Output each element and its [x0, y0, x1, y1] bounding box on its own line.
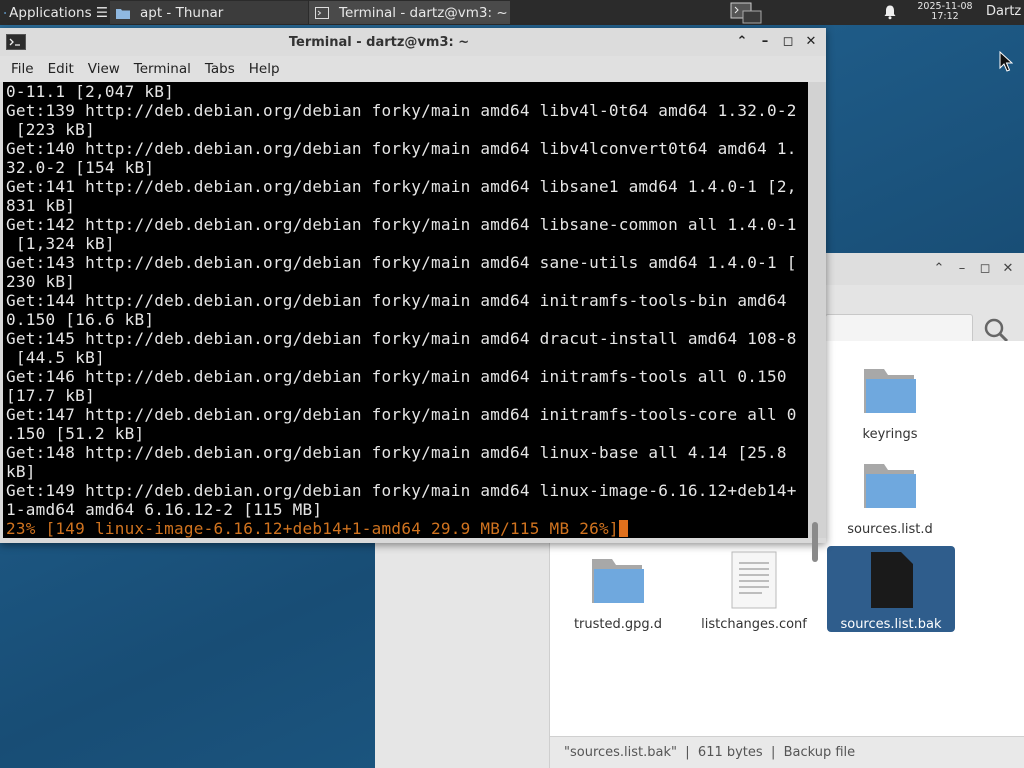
file-name: sources.list.d [847, 522, 933, 537]
taskbar-thunar[interactable]: apt - Thunar [110, 1, 308, 24]
folder-icon [592, 559, 644, 603]
thunar-sidebar [375, 543, 550, 768]
file-item-trusted-gpg-d[interactable]: trusted.gpg.d [554, 551, 682, 632]
terminal-line: Get:149 http://deb.debian.org/debian for… [6, 481, 797, 500]
menu-edit[interactable]: Edit [41, 61, 81, 77]
terminal-maximize-button[interactable]: ◻ [780, 34, 796, 50]
terminal-shade-button[interactable]: ⌃ [734, 34, 750, 50]
terminal-line: Get:145 http://deb.debian.org/debian for… [6, 329, 797, 348]
terminal-line: Get:141 http://deb.debian.org/debian for… [6, 177, 797, 196]
terminal-line: Get:140 http://deb.debian.org/debian for… [6, 139, 797, 158]
terminal-line: 0-11.1 [2,047 kB] [6, 82, 175, 101]
mouse-pointer-icon [999, 51, 1013, 72]
top-panel: Applications ☰ apt - Thunar Terminal - d… [0, 0, 1024, 25]
text-file-icon [731, 551, 777, 609]
terminal-minimize-button[interactable]: – [757, 34, 773, 50]
user-menu[interactable]: Dartz [986, 4, 1021, 19]
terminal-close-button[interactable]: ✕ [803, 34, 819, 50]
taskbar-terminal-label: Terminal - dartz@vm3: ~ [339, 4, 508, 21]
terminal-line: 0.150 [16.6 kB] [6, 310, 155, 329]
terminal-line: [44.5 kB] [6, 348, 105, 367]
terminal-line: 831 kB] [6, 196, 76, 215]
thunar-minimize-button[interactable]: – [954, 261, 970, 277]
taskbar-terminal[interactable]: Terminal - dartz@vm3: ~ [309, 1, 510, 24]
file-item-sources-list-bak[interactable]: sources.list.bak [827, 546, 955, 632]
scrollbar-thumb[interactable] [812, 522, 818, 562]
file-icon [871, 552, 913, 608]
terminal-line: Get:147 http://deb.debian.org/debian for… [6, 405, 797, 424]
file-item-listchanges-conf[interactable]: listchanges.conf [690, 551, 818, 632]
terminal-line: [223 kB] [6, 120, 95, 139]
terminal-line: .150 [51.2 kB] [6, 424, 145, 443]
terminal-scrollbar[interactable] [808, 82, 826, 562]
menu-tabs[interactable]: Tabs [198, 61, 242, 77]
terminal-text: 0-11.1 [2,047 kB] Get:139 http://deb.debi… [6, 82, 797, 538]
terminal-line: Get:146 http://deb.debian.org/debian for… [6, 367, 787, 386]
terminal-line: Get:143 http://deb.debian.org/debian for… [6, 253, 797, 272]
applications-label: Applications ☰ [9, 4, 108, 21]
terminal-line: [17.7 kB] [6, 386, 95, 405]
terminal-line: 32.0-2 [154 kB] [6, 158, 155, 177]
taskbar-thunar-label: apt - Thunar [140, 4, 224, 21]
terminal-line: kB] [6, 462, 36, 481]
menu-view[interactable]: View [81, 61, 127, 77]
file-name: sources.list.bak [840, 617, 942, 632]
terminal-titlebar[interactable]: Terminal - dartz@vm3: ~ ⌃ – ◻ ✕ [0, 28, 826, 56]
terminal-line: [1,324 kB] [6, 234, 115, 253]
terminal-window: Terminal - dartz@vm3: ~ ⌃ – ◻ ✕ File Edi… [0, 28, 826, 562]
terminal-line: 1-amd64 amd64 6.16.12-2 [115 MB] [6, 500, 323, 519]
menu-file[interactable]: File [4, 61, 41, 77]
thunar-maximize-alt-button[interactable]: ⌃ [931, 261, 947, 277]
terminal-line: Get:144 http://deb.debian.org/debian for… [6, 291, 787, 310]
terminal-line: Get:148 http://deb.debian.org/debian for… [6, 443, 787, 462]
terminal-line: 230 kB] [6, 272, 76, 291]
file-item-sources-list-d[interactable]: sources.list.d [826, 456, 954, 537]
terminal-menubar: File Edit View Terminal Tabs Help [0, 56, 826, 82]
file-name: listchanges.conf [701, 617, 807, 632]
terminal-output[interactable]: 0-11.1 [2,047 kB] Get:139 http://deb.debi… [3, 82, 808, 538]
workspace-switcher-icon[interactable] [729, 1, 763, 24]
thunar-close-button[interactable]: ✕ [1000, 261, 1016, 277]
applications-menu-button[interactable]: Applications ☰ [0, 0, 108, 25]
notification-bell-icon[interactable] [882, 4, 898, 20]
terminal-cursor [618, 520, 628, 537]
menu-terminal[interactable]: Terminal [127, 61, 198, 77]
terminal-line: Get:139 http://deb.debian.org/debian for… [6, 101, 797, 120]
file-name: trusted.gpg.d [573, 617, 663, 632]
panel-clock[interactable]: 2025-11-08 17:12 [908, 2, 982, 22]
menu-help[interactable]: Help [242, 61, 287, 77]
folder-icon [116, 8, 130, 19]
folder-icon [864, 464, 916, 508]
terminal-progress-line: 23% [149 linux-image-6.16.12+deb14+1-amd… [6, 519, 797, 538]
clock-time: 17:12 [931, 11, 959, 22]
terminal-line: Get:142 http://deb.debian.org/debian for… [6, 215, 797, 234]
thunar-maximize-button[interactable]: ◻ [977, 261, 993, 277]
xfce-logo-icon [4, 11, 6, 14]
folder-icon [864, 369, 916, 413]
file-item-keyrings[interactable]: keyrings [826, 361, 954, 442]
terminal-icon [315, 6, 329, 19]
thunar-status-bar: "sources.list.bak" | 611 bytes | Backup … [550, 736, 1024, 768]
file-name: keyrings [862, 427, 918, 442]
terminal-title: Terminal - dartz@vm3: ~ [288, 35, 470, 50]
